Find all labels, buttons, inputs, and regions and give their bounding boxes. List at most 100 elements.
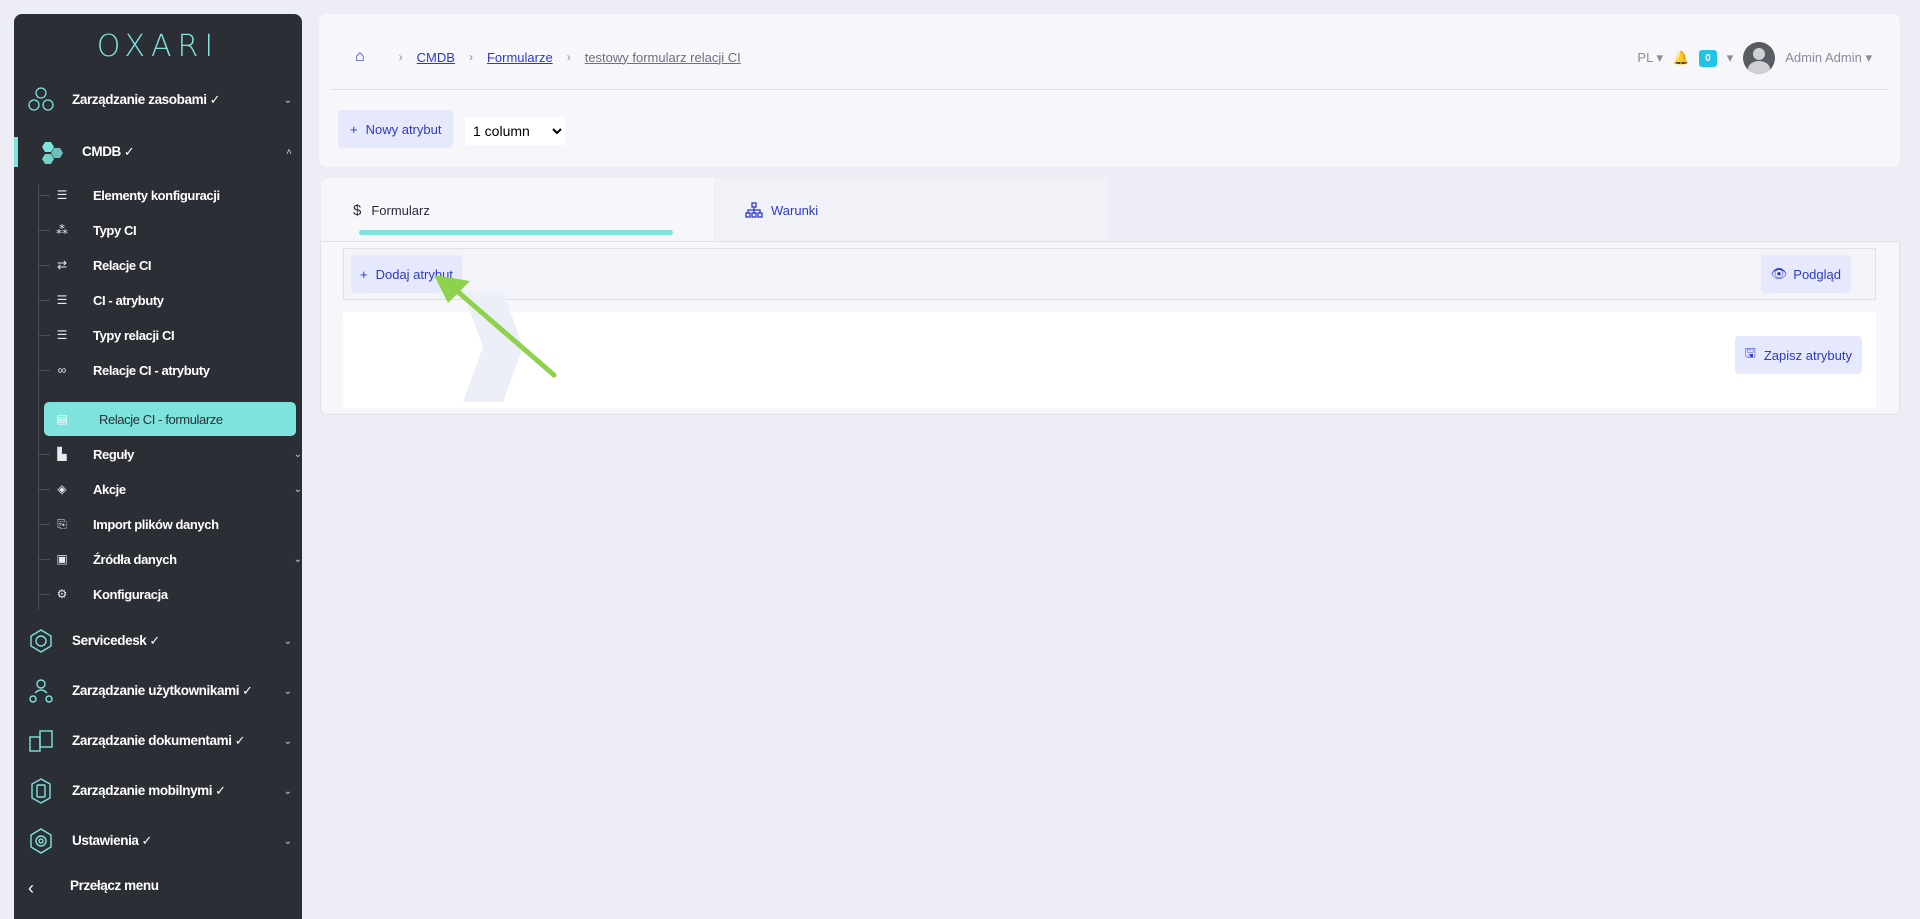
breadcrumb-forms[interactable]: Formularze xyxy=(487,50,553,65)
sidebar-item-actions[interactable]: ◈ Akcje ⌄ xyxy=(38,474,306,504)
cmdb-icon xyxy=(42,142,63,164)
save-attributes-label: Zapisz atrybuty xyxy=(1763,347,1852,363)
import-icon: ⎘ xyxy=(57,516,67,531)
sidebar-item-label: CI - atrybuty xyxy=(93,292,164,308)
list-icon: ☰ xyxy=(56,188,68,202)
swap-icon: ⇄ xyxy=(56,258,68,272)
sidebar-item-servicedesk[interactable]: Servicedesk ✓ ⌄ xyxy=(14,621,302,661)
sidebar-item-import[interactable]: ⎘ Import plików danych xyxy=(38,509,306,539)
sidebar-item-label: Relacje CI - formularze xyxy=(99,411,223,427)
hexagons-icon xyxy=(28,87,54,111)
sidebar: OXARI Zarządzanie zasobami ✓ ⌄ CMDB ✓ ˄ ☰ E… xyxy=(14,14,302,919)
toggle-menu-button[interactable]: ‹ Przełącz menu xyxy=(14,868,302,908)
users-icon xyxy=(29,679,53,703)
list-icon: ☰ xyxy=(56,328,68,342)
chevron-right-icon: › xyxy=(398,50,403,64)
list-icon: ☰ xyxy=(56,293,68,307)
chevron-right-icon: › xyxy=(566,50,571,64)
caret-down-icon[interactable]: ▾ xyxy=(1727,50,1734,66)
shapes-icon: ⁂ xyxy=(56,223,68,237)
sidebar-item-cmdb[interactable]: CMDB ✓ ˄ xyxy=(14,132,302,172)
sitemap-icon xyxy=(745,202,763,218)
sidebar-item-settings[interactable]: Ustawienia ✓ ⌄ xyxy=(14,821,302,861)
language-selector[interactable]: PL ▾ xyxy=(1637,50,1663,66)
chevron-down-icon: ⌄ xyxy=(283,94,292,106)
sidebar-item-document-management[interactable]: Zarządzanie dokumentami ✓ ⌄ xyxy=(14,721,302,761)
mobile-icon xyxy=(31,778,51,804)
database-icon: ▣ xyxy=(56,552,68,566)
header-right: PL ▾ 🔔 0 ▾ Admin Admin ▾ xyxy=(1637,42,1872,74)
sidebar-item-label: Zarządzanie mobilnymi xyxy=(72,783,213,798)
sidebar-item-relation-forms[interactable]: ▤ Relacje CI - formularze xyxy=(44,402,296,436)
divider xyxy=(331,89,1888,90)
chart-icon: ▙ xyxy=(57,447,67,461)
check-icon: ✓ xyxy=(215,783,226,798)
gears-icon: ⚙ xyxy=(56,587,68,601)
sidebar-item-label: CMDB xyxy=(82,144,121,159)
sidebar-item-label: Zarządzanie użytkownikami xyxy=(72,683,240,698)
save-attributes-button[interactable]: 🖫 Zapisz atrybuty xyxy=(1734,336,1862,374)
sidebar-item-user-management[interactable]: Zarządzanie użytkownikami ✓ ⌄ xyxy=(14,671,302,711)
plus-icon: + xyxy=(360,266,368,282)
sidebar-item-label: Typy CI xyxy=(93,222,137,238)
home-icon[interactable]: ⌂ xyxy=(355,48,365,66)
chevron-down-icon: ⌄ xyxy=(283,685,292,697)
chevron-down-icon: ⌄ xyxy=(293,553,302,565)
chevron-up-icon: ˄ xyxy=(286,146,292,158)
avatar[interactable] xyxy=(1743,42,1776,74)
sidebar-item-asset-management[interactable]: Zarządzanie zasobami ✓ ⌄ xyxy=(14,80,302,120)
sidebar-item-ci-relations[interactable]: ⇄ Relacje CI xyxy=(38,250,306,280)
floppy-icon: 🖫 xyxy=(1744,345,1756,360)
sidebar-item-config-elements[interactable]: ☰ Elementy konfiguracji xyxy=(38,180,306,210)
sidebar-item-label: Typy relacji CI xyxy=(93,327,175,343)
documents-icon xyxy=(29,730,53,752)
servicedesk-icon xyxy=(30,629,52,653)
check-icon: ✓ xyxy=(141,833,153,848)
target-icon: ◈ xyxy=(57,482,67,496)
check-icon: ✓ xyxy=(234,733,246,748)
form-toolbar: + Dodaj atrybut 👁 Podgląd xyxy=(343,248,1876,300)
sidebar-item-mobile-management[interactable]: Zarządzanie mobilnymi ✓ ⌄ xyxy=(14,771,302,811)
sidebar-item-ci-types[interactable]: ⁂ Typy CI xyxy=(38,215,306,245)
toggle-menu-label: Przełącz menu xyxy=(70,878,159,893)
sidebar-item-label: Ustawienia xyxy=(72,833,139,848)
chevron-down-icon: ⌄ xyxy=(293,483,302,495)
chevron-down-icon: ⌄ xyxy=(283,635,292,647)
sidebar-item-label: Servicedesk xyxy=(72,633,147,648)
sidebar-item-label: Zarządzanie zasobami xyxy=(72,92,207,107)
breadcrumb-cmdb[interactable]: CMDB xyxy=(417,50,455,65)
sidebar-item-label: Elementy konfiguracji xyxy=(93,187,220,203)
tab-form[interactable]: $ Formularz xyxy=(321,178,714,242)
tab-conditions-label: Warunki xyxy=(771,202,819,218)
sidebar-item-relation-attributes[interactable]: ∞ Relacje CI - atrybuty xyxy=(38,355,306,385)
sidebar-item-label: Relacje CI - atrybuty xyxy=(93,362,210,378)
tab-conditions[interactable]: Warunki xyxy=(715,178,1108,242)
layout-select[interactable]: 1 column xyxy=(465,117,565,145)
sidebar-item-label: Źródła danych xyxy=(93,551,177,567)
check-icon: ✓ xyxy=(209,92,221,107)
sidebar-item-label: Relacje CI xyxy=(93,257,152,273)
sidebar-item-label: Zarządzanie dokumentami xyxy=(72,733,232,748)
chevron-down-icon: ⌄ xyxy=(283,735,292,747)
new-attribute-button[interactable]: + Nowy atrybut xyxy=(338,110,454,148)
chevron-right-icon: › xyxy=(468,50,473,64)
notification-badge[interactable]: 0 xyxy=(1699,49,1717,67)
bell-icon[interactable]: 🔔 xyxy=(1673,50,1689,66)
sidebar-item-rules[interactable]: ▙ Reguły ⌄ xyxy=(38,439,306,469)
plus-icon: + xyxy=(350,121,358,137)
settings-icon xyxy=(30,828,52,854)
breadcrumb: ⌂ › CMDB › Formularze › testowy formular… xyxy=(355,48,741,66)
document-icon: ▤ xyxy=(56,412,68,426)
sidebar-item-label: Import plików danych xyxy=(93,516,219,532)
user-menu[interactable]: Admin Admin ▾ xyxy=(1785,50,1872,66)
oxari-logo[interactable]: OXARI xyxy=(14,14,302,78)
sidebar-item-relation-types[interactable]: ☰ Typy relacji CI xyxy=(38,320,306,350)
tab-active-underline xyxy=(359,230,673,235)
preview-button[interactable]: 👁 Podgląd xyxy=(1760,255,1851,293)
eye-icon: 👁 xyxy=(1770,266,1788,281)
link-icon: ∞ xyxy=(57,363,67,377)
sidebar-item-data-sources[interactable]: ▣ Źródła danych ⌄ xyxy=(38,544,306,574)
sidebar-item-configuration[interactable]: ⚙ Konfiguracja xyxy=(38,579,306,609)
sidebar-item-ci-attributes[interactable]: ☰ CI - atrybuty xyxy=(38,285,306,315)
header-card: ⌂ › CMDB › Formularze › testowy formular… xyxy=(319,14,1900,167)
